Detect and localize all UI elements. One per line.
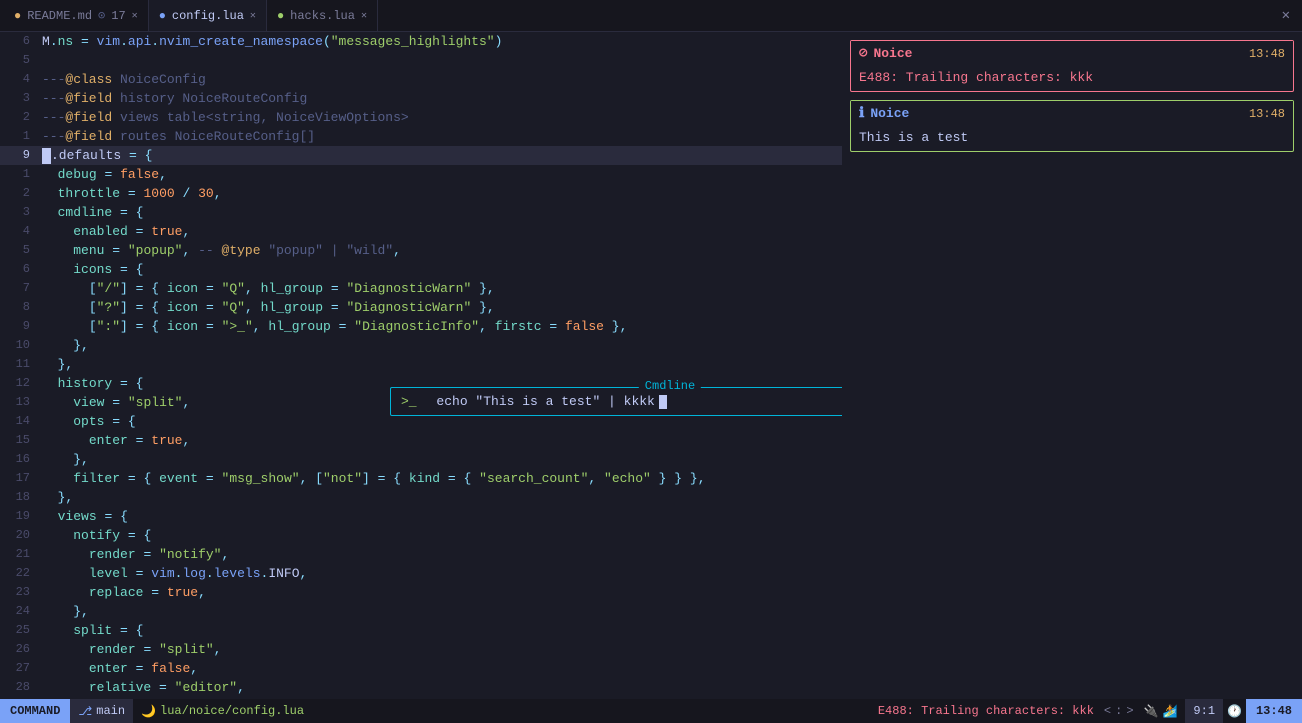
status-separator: : [1113, 704, 1124, 718]
error-notification: ⊘ Noice 13:48 E488: Trailing characters:… [850, 40, 1294, 92]
tab-config[interactable]: ● config.lua ✕ [149, 0, 267, 31]
info-notification: ℹ Noice 13:48 This is a test [850, 100, 1294, 152]
code-line-l22: 22 level = vim.log.levels.INFO, [0, 564, 842, 583]
branch-name: main [96, 704, 125, 718]
status-chevron-right: > [1124, 704, 1135, 718]
mode-label: COMMAND [10, 704, 60, 718]
file-icon: 🌙 [141, 704, 156, 719]
tab-hacks-label: hacks.lua [290, 9, 355, 23]
code-line-l1: 1 debug = false, [0, 165, 842, 184]
file-path: lua/noice/config.lua [160, 704, 304, 718]
code-line-l15: 15 enter = true, [0, 431, 842, 450]
status-position: 9:1 [1185, 699, 1223, 723]
status-mode: COMMAND [0, 699, 70, 723]
wave-icon: 🏄 [1162, 704, 1177, 719]
tab-config-close[interactable]: ✕ [250, 10, 256, 22]
cmdline-popup: Cmdline >_ echo "This is a test" | kkkk [390, 387, 842, 416]
status-right: E488: Trailing characters: kkk < : > 🔌 🏄… [870, 699, 1302, 723]
code-line-6: 6 M.ns = vim.api.nvim_create_namespace("… [0, 32, 842, 51]
code-line-4: 4 ---@class NoiceConfig [0, 70, 842, 89]
info-notif-body: This is a test [851, 126, 1293, 151]
code-line-3: 3 ---@field history NoiceRouteConfig [0, 89, 842, 108]
code-line-1: 1 ---@field routes NoiceRouteConfig[] [0, 127, 842, 146]
status-icons: 🔌 🏄 [1136, 704, 1186, 719]
code-line-l6: 6 icons = { [0, 260, 842, 279]
code-line-l10: 10 }, [0, 336, 842, 355]
status-clock-icon: 🕐 [1223, 704, 1246, 719]
info-notif-header: ℹ Noice 13:48 [851, 101, 1293, 126]
code-line-l28: 28 relative = "editor", [0, 678, 842, 697]
tab-readme[interactable]: ● README.md ⊙ 17 ✕ [4, 0, 149, 31]
info-notif-title-text: Noice [870, 106, 909, 121]
status-time: 13:48 [1246, 699, 1302, 723]
error-notif-title: ⊘ Noice [859, 45, 912, 62]
status-bar: COMMAND ⎇ main 🌙 lua/noice/config.lua E4… [0, 699, 1302, 723]
hacks-icon: ● [277, 9, 284, 23]
status-error-text: E488: Trailing characters: kkk [870, 704, 1102, 718]
config-icon: ● [159, 9, 166, 23]
cmdline-label: Cmdline [639, 379, 701, 393]
cmdline-cursor [659, 395, 667, 409]
code-line-l25: 25 split = { [0, 621, 842, 640]
readme-icon: ● [14, 9, 21, 23]
code-line-l23: 23 replace = true, [0, 583, 842, 602]
cmdline-prompt: >_ [401, 394, 417, 409]
code-line-l18: 18 }, [0, 488, 842, 507]
tab-config-label: config.lua [172, 9, 244, 23]
close-editor-button[interactable]: ✕ [1274, 7, 1298, 24]
info-notif-time: 13:48 [1249, 107, 1285, 121]
cmdline-space [425, 394, 433, 409]
cmdline-text: echo "This is a test" | kkkk [436, 394, 654, 409]
code-container: 6 M.ns = vim.api.nvim_create_namespace("… [0, 32, 842, 697]
code-line-2: 2 ---@field views table<string, NoiceVie… [0, 108, 842, 127]
info-notif-message: This is a test [859, 130, 968, 145]
notification-panels: ⊘ Noice 13:48 E488: Trailing characters:… [842, 32, 1302, 699]
tab-readme-modified: ⊙ [98, 8, 105, 23]
code-line-9-current: 9 .defaults = { [0, 146, 842, 165]
code-line-l17: 17 filter = { event = "msg_show", ["not"… [0, 469, 842, 488]
status-file: 🌙 lua/noice/config.lua [133, 704, 312, 719]
code-line-l27: 27 enter = false, [0, 659, 842, 678]
code-line-l20: 20 notify = { [0, 526, 842, 545]
plug-icon: 🔌 [1144, 704, 1159, 719]
time-text: 13:48 [1256, 704, 1292, 718]
error-notif-title-text: Noice [873, 46, 912, 61]
code-line-l24: 24 }, [0, 602, 842, 621]
status-branch: ⎇ main [70, 699, 133, 723]
error-notif-time: 13:48 [1249, 47, 1285, 61]
code-line-l4: 4 enabled = true, [0, 222, 842, 241]
error-icon: ⊘ [859, 45, 867, 62]
error-notif-header: ⊘ Noice 13:48 [851, 41, 1293, 66]
cmdline-input-area[interactable]: >_ echo "This is a test" | kkkk [391, 388, 842, 415]
code-line-l3: 3 cmdline = { [0, 203, 842, 222]
tab-readme-close[interactable]: ✕ [132, 10, 138, 22]
code-line-l8: 8 ["?"] = { icon = "Q", hl_group = "Diag… [0, 298, 842, 317]
error-notif-body: E488: Trailing characters: kkk [851, 66, 1293, 91]
tab-readme-count: 17 [111, 9, 125, 23]
code-line-l19: 19 views = { [0, 507, 842, 526]
editor-area[interactable]: 6 M.ns = vim.api.nvim_create_namespace("… [0, 32, 842, 699]
error-notif-message: E488: Trailing characters: kkk [859, 70, 1093, 85]
tab-hacks-close[interactable]: ✕ [361, 10, 367, 22]
code-line-l7: 7 ["/"] = { icon = "Q", hl_group = "Diag… [0, 279, 842, 298]
code-line-l2: 2 throttle = 1000 / 30, [0, 184, 842, 203]
status-chevron-left: < [1102, 704, 1113, 718]
code-line-5: 5 [0, 51, 842, 70]
branch-icon: ⎇ [78, 704, 92, 719]
tab-readme-label: README.md [27, 9, 92, 23]
code-line-l16: 16 }, [0, 450, 842, 469]
code-line-l21: 21 render = "notify", [0, 545, 842, 564]
code-line-l9: 9 [":"] = { icon = ">_", hl_group = "Dia… [0, 317, 842, 336]
info-icon: ℹ [859, 105, 864, 122]
tab-bar: ● README.md ⊙ 17 ✕ ● config.lua ✕ ● hack… [0, 0, 1302, 32]
main-area: 6 M.ns = vim.api.nvim_create_namespace("… [0, 32, 1302, 699]
info-notif-title: ℹ Noice [859, 105, 909, 122]
position-text: 9:1 [1193, 704, 1215, 718]
tab-hacks[interactable]: ● hacks.lua ✕ [267, 0, 378, 31]
code-line-l11: 11 }, [0, 355, 842, 374]
code-line-l26: 26 render = "split", [0, 640, 842, 659]
code-line-l5: 5 menu = "popup", -- @type "popup" | "wi… [0, 241, 842, 260]
